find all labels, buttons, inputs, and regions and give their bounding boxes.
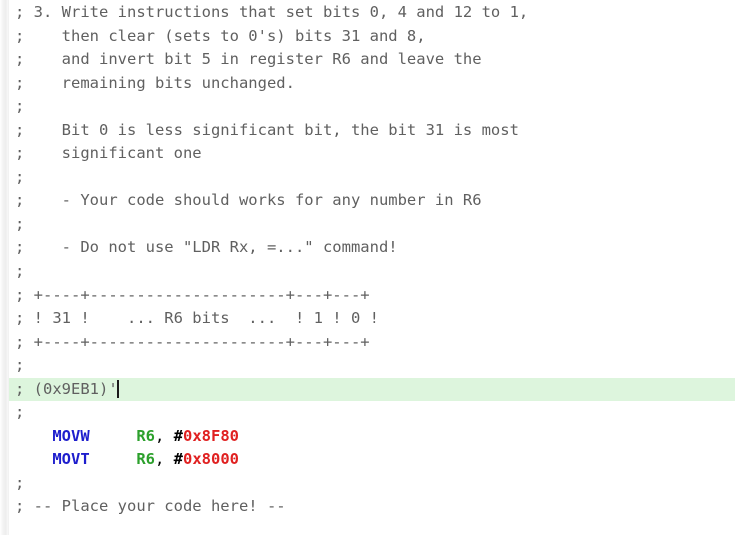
code-line[interactable]: ; [0,95,735,119]
comment-text: ; Bit 0 is less significant bit, the bit… [15,120,519,139]
ascii-table-bit-row: ; ! 31 ! ... R6 bits ... ! 1 ! 0 ! [15,309,379,328]
code-line[interactable]: ; [0,472,735,496]
code-line-instruction[interactable]: MOVW R6, #0x8F80 [0,425,735,449]
code-line-ascii-table-top[interactable]: ; +----+---------------------+---+---+ [0,284,735,308]
register-operand: R6 [136,426,155,445]
text-caret [116,379,119,398]
editor-left-gutter [0,0,9,535]
comment-text: ; [15,403,25,422]
comment-text: ; and invert bit 5 in register R6 and le… [15,50,482,69]
code-line[interactable]: ; Bit 0 is less significant bit, the bit… [0,119,735,143]
comment-text: ; - Your code should works for any numbe… [15,191,482,210]
code-line-placeholder[interactable]: ; -- Place your code here! -- [0,495,735,519]
comment-text: ; [15,97,25,116]
comment-text: ; [15,214,25,233]
code-line[interactable]: ; - Your code should works for any numbe… [0,189,735,213]
comment-text: ; remaining bits unchanged. [15,73,295,92]
comment-text: ; (0x9EB1)' [15,379,118,398]
code-line-instruction[interactable]: MOVT R6, #0x8000 [0,448,735,472]
code-line[interactable]: ; then clear (sets to 0's) bits 31 and 8… [0,25,735,49]
placeholder-comment-text: ; -- Place your code here! -- [15,497,286,516]
instruction-mnemonic: MOVW [52,426,90,445]
code-line[interactable]: ; and invert bit 5 in register R6 and le… [0,48,735,72]
comment-text: ; 3. Write instructions that set bits 0,… [15,3,529,21]
operand-gap [90,427,137,445]
code-line[interactable]: ; significant one [0,142,735,166]
code-line[interactable]: ; [0,401,735,425]
assembly-code-editor[interactable]: ; 3. Write instructions that set bits 0,… [0,0,735,535]
code-line-ascii-table-body[interactable]: ; ! 31 ! ... R6 bits ... ! 1 ! 0 ! [0,307,735,331]
immediate-value: 0x8F80 [183,426,240,445]
register-operand: R6 [136,450,155,469]
comment-text: ; [15,262,25,281]
code-line[interactable]: ; [0,166,735,190]
code-line[interactable]: ; [0,213,735,237]
immediate-hash: # [173,450,184,469]
immediate-value: 0x8000 [183,450,240,469]
code-line[interactable]: ; - Do not use "LDR Rx, =..." command! [0,236,735,260]
code-line[interactable]: ; [0,260,735,284]
code-line-ascii-table-bottom[interactable]: ; +----+---------------------+---+---+ [0,331,735,355]
ascii-table-border-top: ; +----+---------------------+---+---+ [15,285,370,304]
instruction-mnemonic: MOVT [52,450,90,469]
code-line[interactable]: ; 3. Write instructions that set bits 0,… [0,1,735,25]
comment-text: ; [15,356,25,375]
ascii-table-border-bottom: ; +----+---------------------+---+---+ [15,332,370,351]
code-lines-container[interactable]: ; 3. Write instructions that set bits 0,… [0,0,735,519]
code-line[interactable]: ; [0,354,735,378]
comment-text: ; significant one [15,144,202,163]
operand-gap [90,450,137,468]
immediate-hash: # [173,426,184,445]
code-line[interactable]: ; remaining bits unchanged. [0,72,735,96]
operand-separator: , [155,426,174,445]
comment-text: ; then clear (sets to 0's) bits 31 and 8… [15,26,426,45]
operand-separator: , [155,450,174,469]
current-line[interactable]: ; (0x9EB1)' [0,377,735,402]
comment-text: ; - Do not use "LDR Rx, =..." command! [15,238,398,257]
comment-text: ; [15,167,25,186]
comment-text: ; [15,473,25,492]
